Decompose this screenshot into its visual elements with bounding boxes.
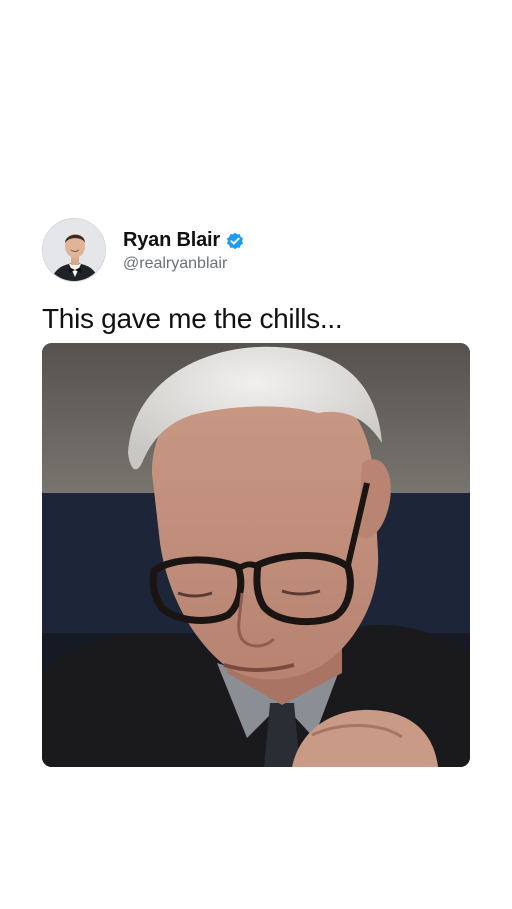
user-info: Ryan Blair @realryanblair — [123, 228, 244, 273]
tweet-text: This gave me the chills... — [42, 303, 343, 334]
tweet-card: Ryan Blair @realryanblair This gave me t… — [42, 218, 470, 336]
display-name[interactable]: Ryan Blair — [123, 229, 220, 252]
video-still-image — [42, 343, 470, 767]
tweet-header: Ryan Blair @realryanblair — [42, 218, 470, 282]
tweet-media-video[interactable] — [42, 343, 470, 767]
verified-badge-icon — [226, 232, 244, 250]
user-handle[interactable]: @realryanblair — [123, 255, 244, 273]
profile-photo — [43, 219, 105, 281]
avatar[interactable] — [42, 218, 106, 282]
name-row: Ryan Blair — [123, 228, 244, 254]
